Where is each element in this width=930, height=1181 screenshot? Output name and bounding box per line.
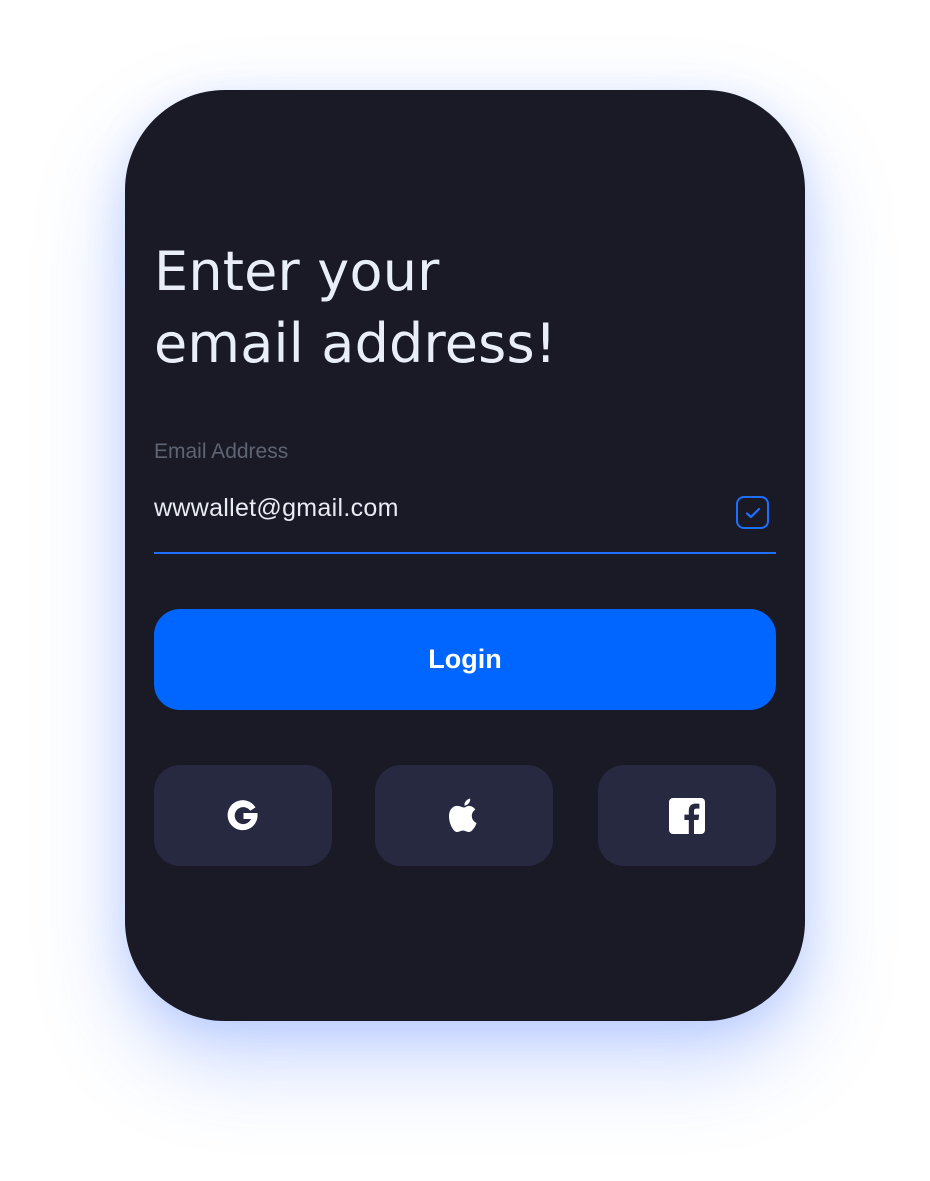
login-button[interactable]: Login xyxy=(154,609,776,710)
google-login-button[interactable] xyxy=(154,765,332,866)
page-title: Enter your email address! xyxy=(154,236,557,380)
title-line-1: Enter your xyxy=(154,240,440,303)
facebook-login-button[interactable] xyxy=(598,765,776,866)
email-field-label: Email Address xyxy=(154,440,289,463)
email-field-underline xyxy=(154,552,776,554)
login-card: Enter your email address! Email Address … xyxy=(125,90,805,1021)
apple-login-button[interactable] xyxy=(375,765,553,866)
title-line-2: email address! xyxy=(154,312,557,375)
facebook-icon xyxy=(669,797,705,834)
google-icon xyxy=(227,799,258,830)
apple-icon xyxy=(449,798,477,832)
check-icon xyxy=(736,496,769,529)
email-field[interactable]: wwwallet@gmail.com xyxy=(154,494,399,523)
